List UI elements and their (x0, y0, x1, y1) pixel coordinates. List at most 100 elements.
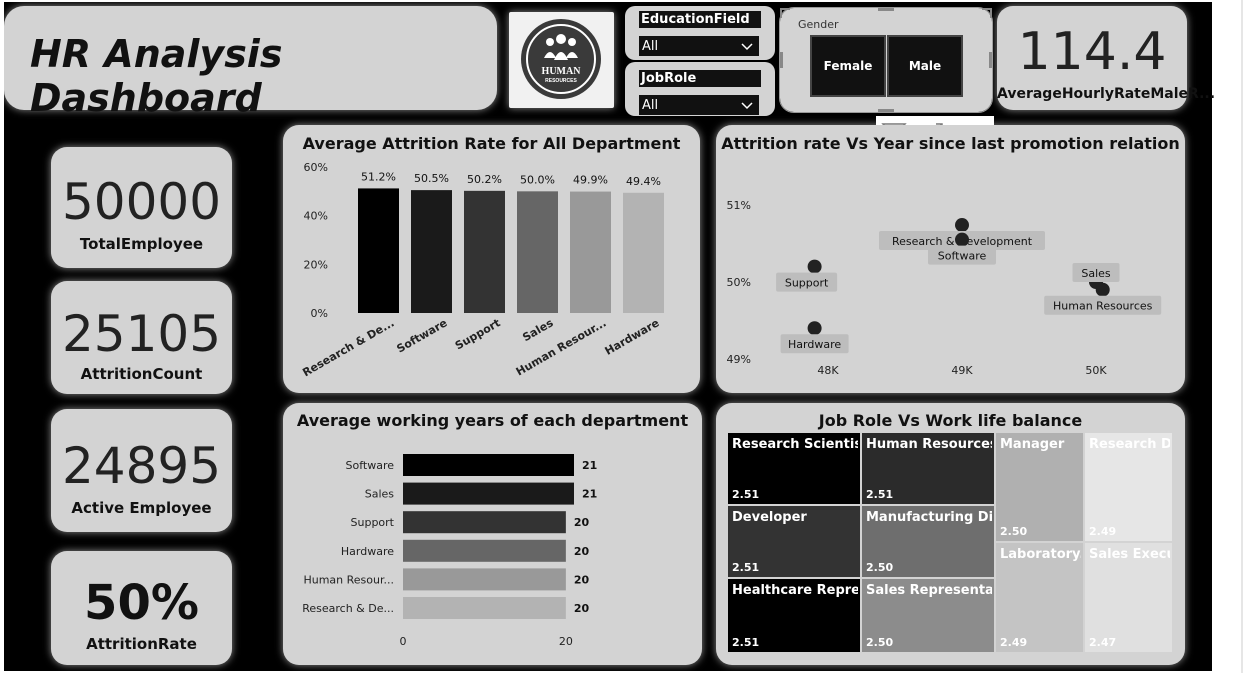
tile-name: Sales Representative (866, 583, 992, 598)
data-label: 21 (582, 459, 597, 472)
x-tick-label: 50K (1085, 364, 1107, 377)
attrition-scatter-chart: 49%50%51%48K 49K 50KResearch & Development… (727, 199, 1162, 377)
jobrole-worklife-chart[interactable]: Job Role Vs Work life balance Research S… (716, 403, 1185, 665)
resize-handle[interactable] (780, 52, 783, 68)
tile-value: 2.47 (1089, 636, 1117, 649)
chart-title: Job Role Vs Work life balance (818, 411, 1083, 430)
gender-option-male-label: Male (908, 59, 942, 73)
chevron-down-icon (741, 36, 753, 58)
educationfield-value: All (642, 39, 659, 54)
jobrole-label: JobRole (639, 70, 761, 87)
resize-handle[interactable] (878, 109, 894, 112)
treemap-tile[interactable]: Manager 2.50 (996, 433, 1085, 543)
tile-name: Sales Execu... (1089, 547, 1170, 562)
tile-name: Human Resources (866, 437, 992, 452)
y-tick-label: 50% (727, 276, 751, 289)
y-tick-label: Hardware (341, 545, 394, 558)
logo-line1: HUMAN (542, 66, 582, 77)
tile-value: 2.49 (1089, 525, 1117, 538)
attrition-count-label: AttritionCount (80, 365, 203, 383)
gender-option-male[interactable]: Male (887, 35, 963, 97)
active-employee-value: 24895 (61, 437, 222, 495)
attrition-rate-label: AttritionRate (86, 635, 197, 653)
resize-handle[interactable] (989, 52, 992, 68)
y-tick-label: Sales (365, 488, 395, 501)
scatter-point (955, 232, 969, 247)
data-label: 51.2% (361, 170, 396, 183)
data-label: 49.9% (573, 174, 608, 187)
resize-handle[interactable] (878, 8, 894, 11)
data-label: 20 (574, 516, 590, 529)
bar (403, 482, 574, 505)
tile-value: 2.49 (1000, 636, 1028, 649)
gender-slicer[interactable]: Gender Female Male (779, 7, 993, 113)
y-tick-label: Human Resour... (303, 573, 394, 586)
bar (403, 454, 574, 476)
page-title: HR Analysis Dashboard (30, 32, 283, 120)
data-label: 50.2% (467, 173, 502, 186)
x-tick-label: Support (453, 316, 503, 352)
treemap-tile[interactable]: Healthcare Repres... 2.51 (728, 579, 862, 654)
bar (464, 190, 505, 313)
bar (403, 568, 566, 591)
x-tick-label: 49K (951, 364, 973, 377)
active-employee-card: 24895 Active Employee (51, 409, 232, 532)
bar (403, 597, 566, 619)
attrition-rate-card: 50% AttritionRate (51, 551, 232, 665)
point-label: Support (785, 277, 829, 290)
y-tick-label: 51% (727, 199, 751, 212)
total-employee-label: TotalEmployee (79, 235, 204, 253)
tile-value: 2.51 (732, 488, 760, 501)
avg-hourly-label: AverageHourlyRateMaleR... (997, 86, 1216, 102)
attrition-by-department-chart[interactable]: Average Attrition Rate for All Departmen… (283, 125, 700, 393)
attrition-rate-value: 50% (84, 575, 199, 631)
data-label: 50.0% (520, 173, 555, 186)
treemap-tile[interactable]: Research D... 2.49 (1085, 433, 1174, 543)
gender-option-female-label: Female (823, 59, 873, 73)
x-tick-label: Research & De... (300, 316, 396, 379)
tile-name: Developer (732, 510, 807, 525)
avg-hourly-card: 114.4 AverageHourlyRateMaleR... (997, 6, 1216, 110)
page-scrollbar[interactable] (1241, 0, 1243, 673)
treemap-tile[interactable]: Sales Representative 2.50 (862, 579, 996, 654)
jobrole-slicer: JobRole All (625, 62, 775, 116)
tile-name: Healthcare Repres... (732, 583, 858, 598)
treemap-tile[interactable]: Research Scientist 2.51 (728, 433, 862, 506)
treemap-tile[interactable]: Manufacturing Dir... 2.50 (862, 506, 996, 579)
x-tick-label: 0 (400, 635, 407, 648)
x-tick-label: 20 (559, 635, 573, 648)
resize-handle[interactable] (780, 8, 782, 18)
scatter-point (955, 218, 969, 233)
bar (403, 511, 566, 534)
treemap-tile[interactable]: Human Resources 2.51 (862, 433, 996, 506)
educationfield-dropdown[interactable]: All (639, 36, 759, 56)
tile-value: 2.50 (866, 561, 894, 574)
attrition-vs-promotion-chart[interactable]: Attrition rate Vs Year since last promot… (716, 125, 1185, 393)
data-label: 20 (574, 602, 590, 615)
data-label: 20 (574, 545, 590, 558)
bar (411, 190, 452, 313)
bar (517, 191, 558, 313)
y-tick-label: 49% (727, 353, 751, 366)
gender-option-female[interactable]: Female (810, 35, 886, 97)
point-label: Sales (1081, 267, 1111, 280)
tile-name: Research D... (1089, 437, 1170, 452)
scatter-point (807, 321, 822, 336)
jobrole-dropdown[interactable]: All (639, 95, 759, 115)
scatter-point (1095, 282, 1110, 297)
data-label: 50.5% (414, 172, 449, 185)
tile-name: Manager (1000, 437, 1065, 452)
treemap-tile[interactable]: Sales Execu... 2.47 (1085, 543, 1174, 654)
gender-label: Gender (798, 18, 839, 31)
treemap-tile[interactable]: Developer 2.51 (728, 506, 862, 579)
avg-hourly-value: 114.4 (1017, 22, 1167, 82)
working-years-chart[interactable]: Average working years of each department… (283, 403, 702, 665)
educationfield-slicer: EducationField All (625, 6, 775, 60)
resize-handle[interactable] (990, 8, 992, 18)
treemap-tile[interactable]: Laboratory... 2.49 (996, 543, 1085, 654)
total-employee-card: 50000 TotalEmployee (51, 147, 232, 268)
logo-line2: RESOURCES (545, 78, 577, 84)
y-tick-label: 60% (304, 161, 328, 174)
educationfield-label: EducationField (639, 11, 761, 28)
x-tick-label: Sales (520, 316, 556, 344)
